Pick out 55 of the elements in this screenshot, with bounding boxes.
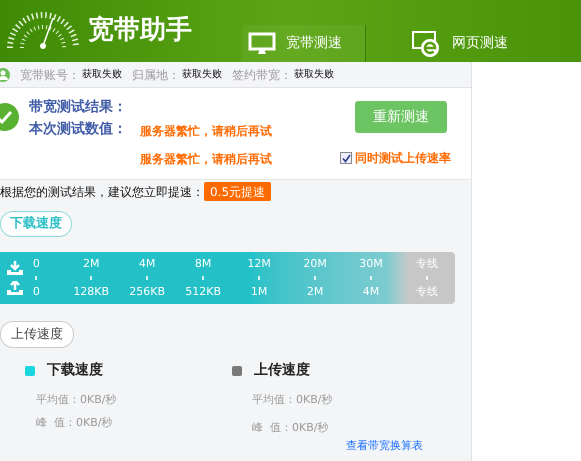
error-message: 服务器繁忙，请稍后再试 bbox=[140, 151, 272, 168]
result-label: 本次测试数值： bbox=[29, 120, 127, 139]
download-speed-bubble: 下载速度 bbox=[0, 211, 72, 237]
upload-scale-label: 2M bbox=[306, 284, 324, 300]
upload-scale-label: 128KB bbox=[73, 284, 110, 300]
info-label: 签约带宽： bbox=[232, 66, 292, 84]
download-scale-label: 2M bbox=[82, 256, 100, 272]
upload-scale-label: 1M bbox=[250, 284, 268, 300]
upload-icon bbox=[6, 281, 23, 295]
browser-e-icon bbox=[412, 30, 442, 58]
tick-mark bbox=[35, 276, 38, 280]
error-message: 服务器繁忙，请稍后再试 bbox=[140, 123, 272, 140]
tab[interactable]: 宽带测速 bbox=[242, 25, 366, 62]
peak-speed-text: 峰 值：0KB/秒 bbox=[252, 420, 328, 436]
legend-title: 上传速度 bbox=[254, 360, 310, 380]
info-label: 宽带账号： bbox=[20, 66, 80, 84]
download-scale-label: 12M bbox=[247, 256, 271, 272]
upload-scale-label: 0 bbox=[32, 284, 40, 300]
download-scale-label: 8M bbox=[194, 256, 212, 272]
monitor-icon bbox=[248, 32, 276, 56]
speed-up-button[interactable]: 0.5元提速 bbox=[204, 182, 272, 201]
suggestion-text: 根据您的测试结果，建议您立即提速： bbox=[0, 184, 204, 200]
tick-mark bbox=[258, 276, 260, 280]
tick-mark bbox=[426, 276, 428, 280]
average-speed-text: 平均值：0KB/秒 bbox=[36, 392, 116, 408]
upload-scale-label: 4M bbox=[362, 284, 380, 300]
download-icon bbox=[6, 261, 23, 275]
info-value: 获取失败 bbox=[182, 68, 222, 82]
average-speed-text: 平均值：0KB/秒 bbox=[252, 392, 332, 408]
peak-speed-text: 峰 值：0KB/秒 bbox=[36, 415, 112, 431]
download-scale-label: 专线 bbox=[416, 256, 438, 272]
upload-checkbox[interactable] bbox=[340, 152, 352, 164]
download-scale-label: 30M bbox=[359, 256, 383, 272]
tick-mark bbox=[90, 276, 92, 280]
upload-scale-label: 专线 bbox=[416, 284, 438, 300]
download-scale-label: 0 bbox=[32, 256, 40, 272]
info-value: 获取失败 bbox=[294, 68, 334, 82]
tick-mark bbox=[146, 276, 148, 280]
download-scale-label: 20M bbox=[303, 256, 327, 272]
tick-mark bbox=[370, 276, 372, 280]
tab[interactable]: 网页测速 bbox=[406, 25, 530, 62]
upload-scale-label: 512KB bbox=[185, 284, 222, 300]
upload-speed-bubble: 上传速度 bbox=[0, 321, 74, 348]
info-label: 归属地： bbox=[132, 66, 180, 84]
tick-mark bbox=[202, 276, 204, 280]
result-title: 带宽测试结果： bbox=[29, 98, 127, 117]
tick-mark bbox=[314, 276, 316, 280]
checkbox-label: 同时测试上传速率 bbox=[355, 150, 451, 167]
app-title: 宽带助手 bbox=[88, 14, 192, 47]
retest-button[interactable]: 重新测速 bbox=[355, 101, 447, 133]
conversion-table-link[interactable]: 查看带宽换算表 bbox=[346, 438, 423, 454]
legend-title: 下载速度 bbox=[47, 360, 103, 380]
upload-scale-label: 256KB bbox=[129, 284, 166, 300]
info-value: 获取失败 bbox=[82, 68, 122, 82]
download-scale-label: 4M bbox=[138, 256, 156, 272]
